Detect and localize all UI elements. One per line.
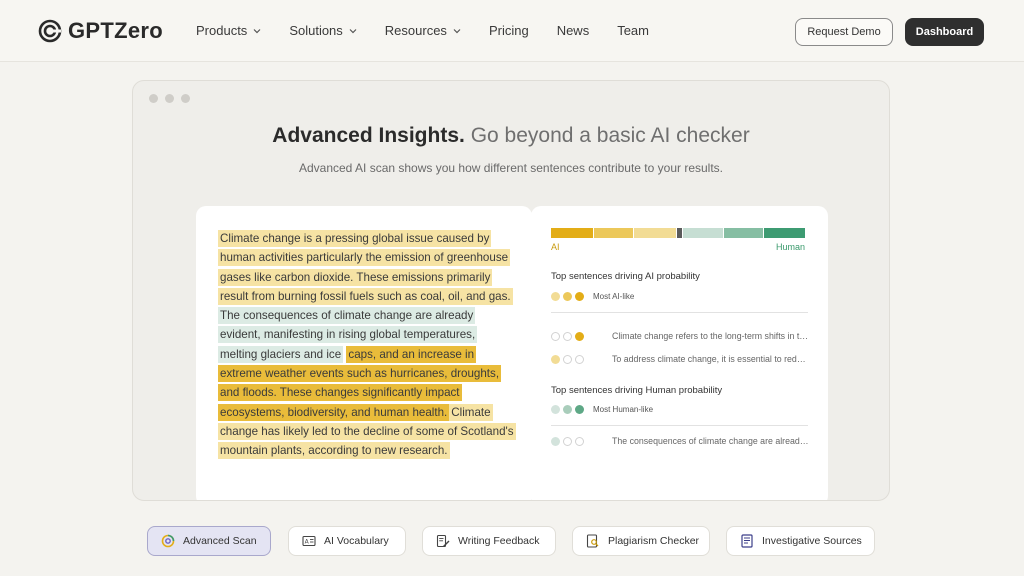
vocabulary-icon: A <box>302 535 316 547</box>
human-section-title: Top sentences driving Human probability <box>551 385 723 396</box>
tab-investigative-sources-label: Investigative Sources <box>762 535 862 547</box>
scale-label-ai: AI <box>551 242 560 252</box>
highlighted-text-panel: Climate change is a pressing global issu… <box>196 206 532 500</box>
legend-dot-icon <box>551 405 560 414</box>
scale-segment <box>677 228 682 238</box>
ai-sentence-row[interactable]: To address climate change, it is essenti… <box>551 354 809 364</box>
window-dot-icon <box>165 94 174 103</box>
score-dot-icon <box>551 331 560 341</box>
tab-ai-vocabulary-label: AI Vocabulary <box>324 535 389 547</box>
tab-plagiarism-checker[interactable]: Plagiarism Checker <box>572 526 710 556</box>
scale-segment <box>682 228 723 238</box>
insight-panel: AI Human Top sentences driving AI probab… <box>531 206 828 500</box>
legend-dot-icon <box>575 292 584 301</box>
score-dot-icon <box>575 436 584 446</box>
chevron-down-icon <box>349 28 357 33</box>
nav-news-label: News <box>556 23 590 38</box>
nav-links: Products Solutions Resources Pricing New… <box>196 23 677 38</box>
tab-investigative-sources[interactable]: Investigative Sources <box>726 526 875 556</box>
advanced-scan-icon <box>161 534 175 548</box>
ai-human-scale-bar <box>551 228 805 238</box>
score-dot-icon <box>551 354 560 364</box>
magnifier-document-icon <box>586 534 599 548</box>
nav-resources[interactable]: Resources <box>385 23 461 38</box>
tab-advanced-scan[interactable]: Advanced Scan <box>147 526 271 556</box>
nav-team[interactable]: Team <box>617 23 649 38</box>
headline-muted: Go beyond a basic AI checker <box>470 124 750 147</box>
window-dot-icon <box>149 94 158 103</box>
nav-solutions[interactable]: Solutions <box>289 23 357 38</box>
score-dot-icon <box>575 354 584 364</box>
score-dot-icon <box>563 354 572 364</box>
tab-plagiarism-checker-label: Plagiarism Checker <box>608 535 700 547</box>
ai-sentence-row[interactable]: Climate change refers to the long-term s… <box>551 331 809 341</box>
nav-pricing-label: Pricing <box>488 23 529 38</box>
nav-solutions-label: Solutions <box>289 23 343 38</box>
tab-ai-vocabulary[interactable]: A AI Vocabulary <box>288 526 406 556</box>
passage-segment-ai-moderate: Climate change is a pressing global issu… <box>218 230 513 305</box>
window-dots <box>149 94 190 103</box>
chevron-down-icon <box>253 28 261 33</box>
tab-writing-feedback-label: Writing Feedback <box>458 535 540 547</box>
human-legend: Most Human-like <box>551 405 653 414</box>
scale-segment <box>634 228 676 238</box>
chevron-down-icon <box>453 28 461 33</box>
divider <box>551 312 808 313</box>
scale-label-human: Human <box>775 242 805 252</box>
legend-dot-icon <box>575 405 584 414</box>
nav-pricing[interactable]: Pricing <box>489 23 529 38</box>
scale-segment <box>723 228 764 238</box>
request-demo-button[interactable]: Request Demo <box>795 18 893 46</box>
score-dot-icon <box>551 436 560 446</box>
top-nav: GPTZero Products Solutions Resources Pri… <box>0 0 1024 62</box>
brand-logo[interactable]: GPTZero <box>38 18 163 44</box>
divider <box>551 425 808 426</box>
dashboard-button[interactable]: Dashboard <box>905 18 984 46</box>
section-headline: Advanced Insights. Go beyond a basic AI … <box>133 124 889 148</box>
tab-advanced-scan-label: Advanced Scan <box>183 535 257 547</box>
headline-bold: Advanced Insights. <box>272 124 465 147</box>
legend-dot-icon <box>551 292 560 301</box>
pencil-document-icon <box>436 534 450 548</box>
ai-legend-label: Most AI-like <box>593 292 635 301</box>
ai-section-title: Top sentences driving AI probability <box>551 271 700 282</box>
legend-dot-icon <box>563 292 572 301</box>
nav-resources-label: Resources <box>384 23 447 38</box>
gptzero-logo-icon <box>38 19 62 43</box>
nav-news[interactable]: News <box>557 23 590 38</box>
human-sentence-text: The consequences of climate change are a… <box>612 436 809 446</box>
nav-products-label: Products <box>196 23 248 38</box>
score-dot-icon <box>575 331 584 341</box>
svg-text:A: A <box>305 539 310 546</box>
nav-team-label: Team <box>617 23 649 38</box>
document-sources-icon <box>741 534 753 548</box>
scale-segment <box>551 228 593 238</box>
scale-segment <box>764 228 805 238</box>
ai-legend: Most AI-like <box>551 292 634 301</box>
ai-sentence-text: To address climate change, it is essenti… <box>612 354 809 364</box>
brand-name: GPTZero <box>68 18 163 43</box>
human-sentence-row[interactable]: The consequences of climate change are a… <box>551 436 809 446</box>
nav-products[interactable]: Products <box>196 23 261 38</box>
score-dot-icon <box>563 436 572 446</box>
human-legend-label: Most Human-like <box>593 405 654 414</box>
score-dot-icon <box>563 331 572 341</box>
section-subline: Advanced AI scan shows you how different… <box>298 161 724 175</box>
scale-segment <box>593 228 634 238</box>
scale-labels: AI Human <box>551 242 805 252</box>
highlighted-passage: Climate change is a pressing global issu… <box>218 229 516 461</box>
legend-dot-icon <box>563 405 572 414</box>
window-dot-icon <box>181 94 190 103</box>
advanced-insights-card: Advanced Insights. Go beyond a basic AI … <box>132 80 890 501</box>
ai-sentence-text: Climate change refers to the long-term s… <box>612 331 809 341</box>
tab-writing-feedback[interactable]: Writing Feedback <box>422 526 556 556</box>
